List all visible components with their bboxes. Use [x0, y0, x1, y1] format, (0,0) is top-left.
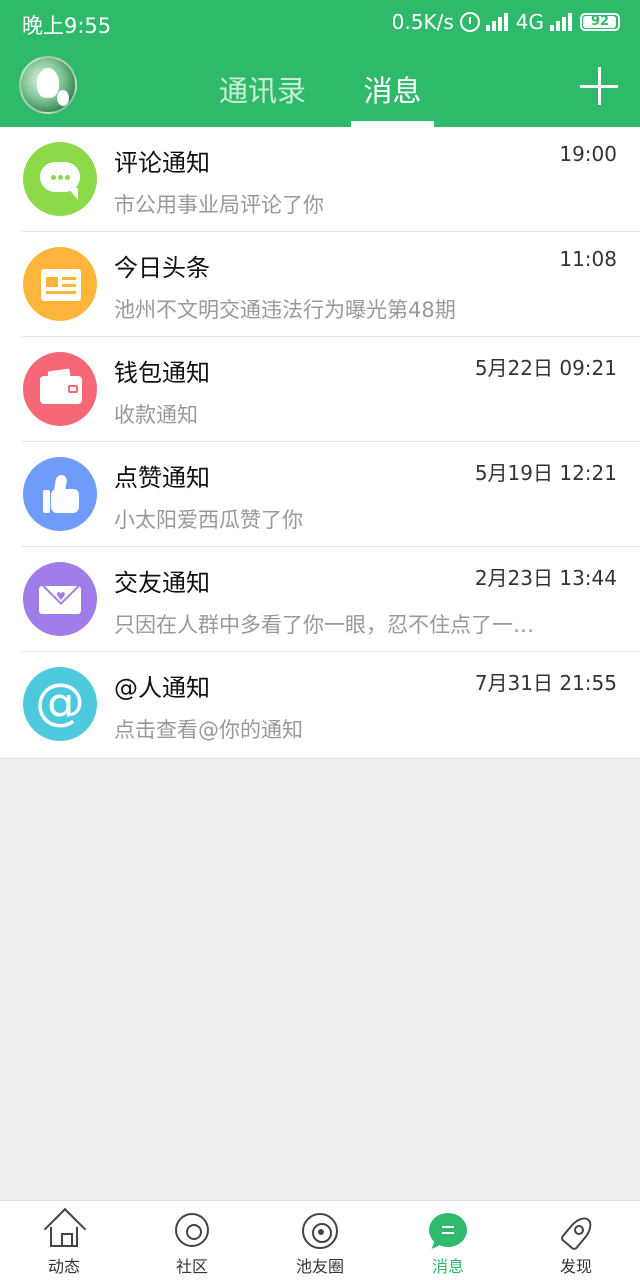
- nav-label: 发现: [559, 1257, 592, 1276]
- message-icon: [429, 1213, 467, 1247]
- moments-circle-icon: [302, 1213, 338, 1249]
- nav-item-community[interactable]: 社区: [128, 1201, 256, 1280]
- tab-messages[interactable]: 消息: [351, 68, 434, 110]
- item-preview: 只因在人群中多看了你一眼，忍不住点了一…: [114, 613, 534, 637]
- comment-bubble-icon: [23, 142, 97, 216]
- list-item[interactable]: 点赞通知 5月19日 12:21 小太阳爱西瓜赞了你: [0, 442, 640, 547]
- item-time: 7月31日 21:55: [474, 671, 617, 695]
- avatar[interactable]: [19, 56, 77, 114]
- battery-level: 92: [590, 14, 610, 29]
- list-item[interactable]: @ @人通知 7月31日 21:55 点击查看@你的通知: [0, 652, 640, 757]
- home-icon: [50, 1227, 78, 1247]
- signal-icon: [550, 13, 574, 31]
- item-title: @人通知: [114, 674, 210, 702]
- alarm-icon: [459, 12, 480, 32]
- status-bar: 晚上9:55 0.5K/s 4G 92: [0, 0, 640, 46]
- item-title: 点赞通知: [114, 464, 210, 492]
- wallet-icon: [23, 352, 97, 426]
- at-sign-icon: @: [23, 667, 97, 741]
- thumbs-up-icon: [23, 457, 97, 531]
- rocket-icon: [558, 1213, 594, 1249]
- nav-label: 动态: [47, 1257, 80, 1276]
- list-item[interactable]: 今日头条 11:08 池州不文明交通违法行为曝光第48期: [0, 232, 640, 337]
- envelope-heart-icon: ♥: [23, 562, 97, 636]
- network-speed: 0.5K/s: [391, 10, 454, 34]
- item-title: 钱包通知: [114, 359, 210, 387]
- item-time: 5月19日 12:21: [474, 461, 617, 485]
- item-preview: 小太阳爱西瓜赞了你: [114, 508, 303, 532]
- nav-item-messages[interactable]: 消息: [384, 1201, 512, 1280]
- nav-item-discover[interactable]: 发现: [512, 1201, 640, 1280]
- nav-item-moments[interactable]: 池友圈: [256, 1201, 384, 1280]
- item-preview: 点击查看@你的通知: [114, 718, 303, 742]
- battery-icon: 92: [580, 13, 620, 31]
- item-time: 5月22日 09:21: [474, 356, 617, 380]
- item-title: 今日头条: [114, 254, 210, 282]
- nav-label: 池友圈: [295, 1257, 344, 1276]
- header-bar: 晚上9:55 0.5K/s 4G 92 通讯录 消息: [0, 0, 640, 127]
- bottom-nav: 动态 社区 池友圈 消息 发现: [0, 1200, 640, 1280]
- status-time: 晚上9:55: [22, 14, 112, 38]
- tab-contacts[interactable]: 通讯录: [205, 68, 320, 110]
- message-list: 评论通知 19:00 市公用事业局评论了你 今日头条 11:08 池州不文明交通…: [0, 127, 640, 757]
- nav-label: 消息: [431, 1257, 464, 1276]
- list-item[interactable]: ♥ 交友通知 2月23日 13:44 只因在人群中多看了你一眼，忍不住点了一…: [0, 547, 640, 652]
- list-item[interactable]: 评论通知 19:00 市公用事业局评论了你: [0, 127, 640, 232]
- network-type: 4G: [515, 10, 544, 34]
- plus-icon[interactable]: [580, 67, 618, 105]
- item-title: 评论通知: [114, 149, 210, 177]
- hd-signal-icon: [485, 13, 510, 31]
- list-item[interactable]: 钱包通知 5月22日 09:21 收款通知: [0, 337, 640, 442]
- status-right: 0.5K/s 4G 92: [392, 10, 620, 34]
- item-preview: 池州不文明交通违法行为曝光第48期: [114, 298, 456, 322]
- item-preview: 市公用事业局评论了你: [114, 193, 324, 217]
- item-title: 交友通知: [114, 569, 210, 597]
- newspaper-icon: [23, 247, 97, 321]
- item-time: 2月23日 13:44: [474, 566, 617, 590]
- community-icon: [175, 1213, 209, 1247]
- nav-label: 社区: [175, 1257, 208, 1276]
- item-preview: 收款通知: [114, 403, 198, 427]
- item-time: 19:00: [559, 142, 617, 166]
- item-time: 11:08: [559, 247, 617, 271]
- nav-item-feed[interactable]: 动态: [0, 1201, 128, 1280]
